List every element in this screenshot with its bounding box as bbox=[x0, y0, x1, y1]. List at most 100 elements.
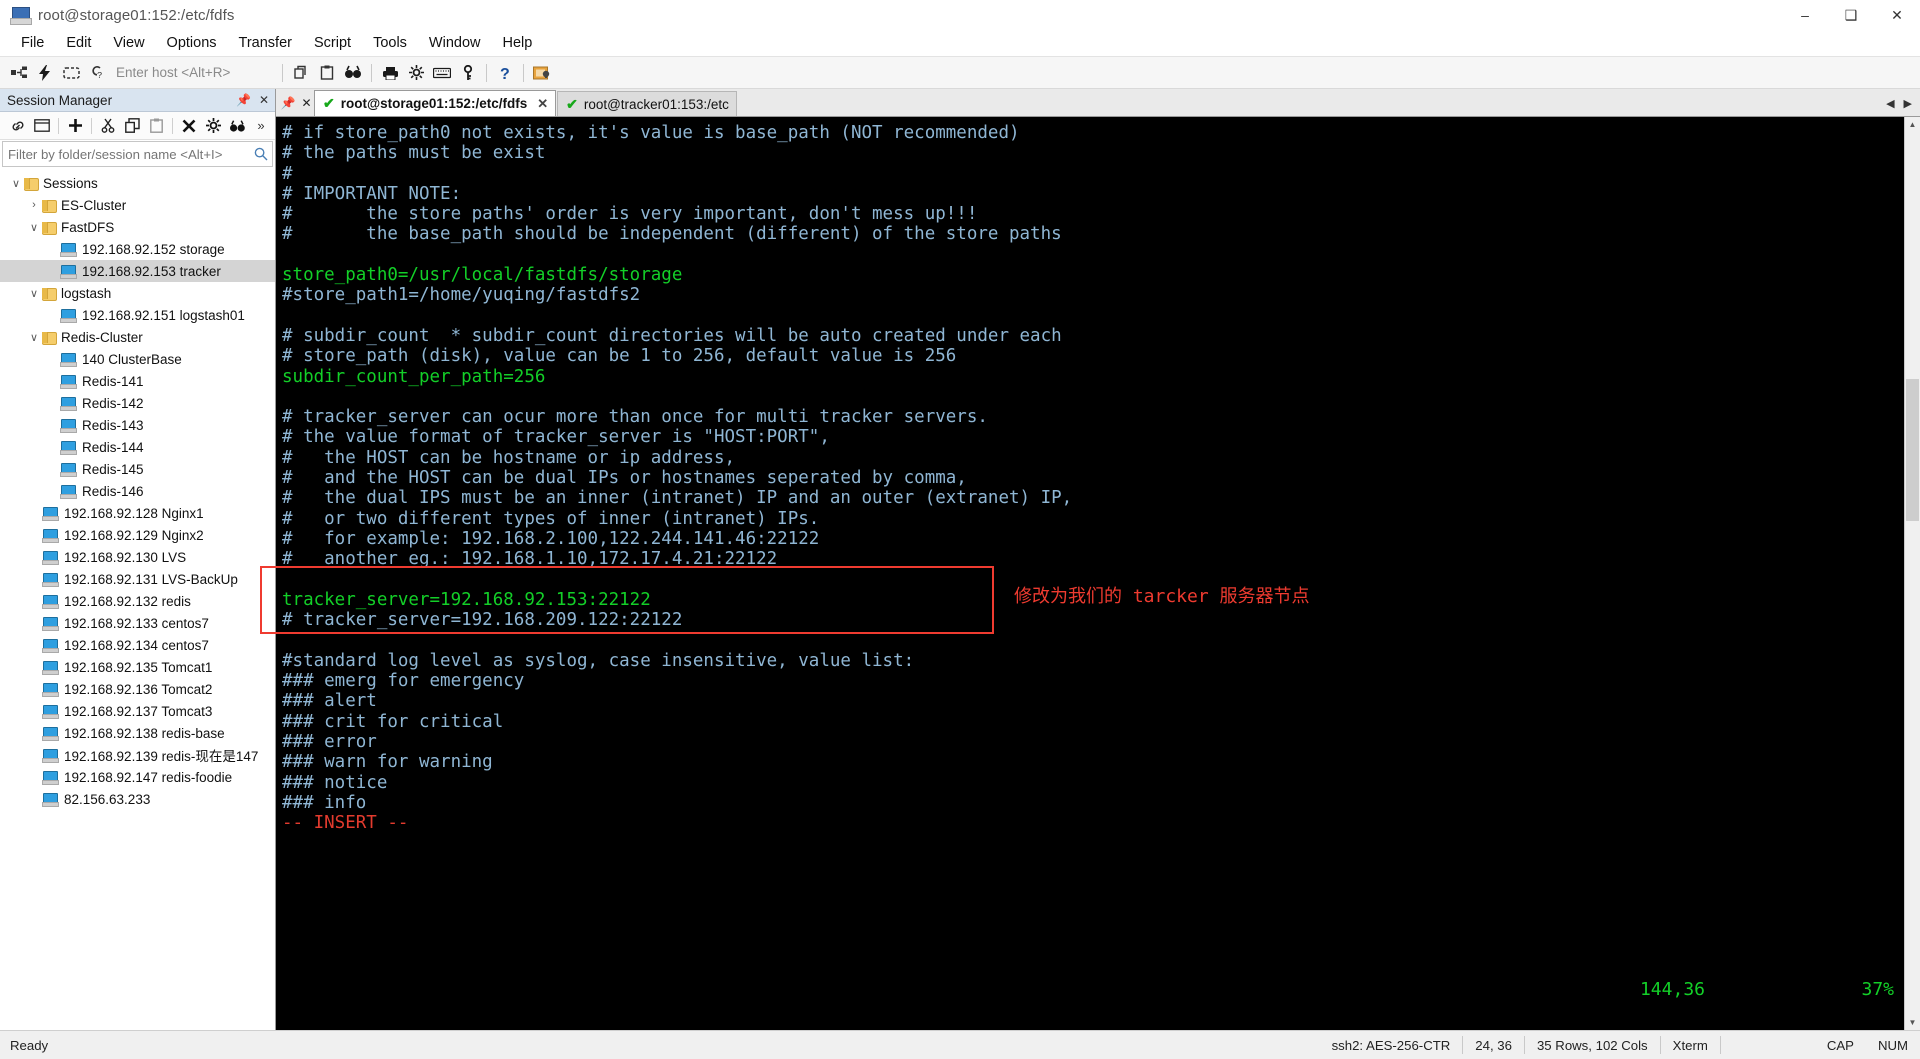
cut-icon[interactable] bbox=[96, 114, 120, 138]
session-computer-icon bbox=[42, 793, 59, 807]
session-tree-item[interactable]: Redis-143 bbox=[0, 414, 275, 436]
toolbar-separator-4 bbox=[523, 63, 524, 82]
tab-close-icon[interactable]: ✕ bbox=[537, 96, 548, 112]
pin-icon[interactable]: 📌 bbox=[236, 93, 251, 107]
copy-session-icon[interactable] bbox=[288, 60, 314, 86]
menu-transfer[interactable]: Transfer bbox=[228, 32, 303, 54]
session-filter-input[interactable] bbox=[3, 145, 250, 163]
add-icon[interactable] bbox=[63, 114, 87, 138]
session-tree-item[interactable]: 192.168.92.139 redis-现在是147 bbox=[0, 744, 275, 766]
session-tree-item[interactable]: › ES-Cluster bbox=[0, 194, 275, 216]
session-tree-item[interactable]: 192.168.92.132 redis bbox=[0, 590, 275, 612]
menu-script[interactable]: Script bbox=[303, 32, 362, 54]
session-tree-item[interactable]: ∨ Sessions bbox=[0, 172, 275, 194]
properties-icon[interactable] bbox=[201, 114, 225, 138]
keymap-icon[interactable] bbox=[429, 60, 455, 86]
session-tree-item[interactable]: Redis-146 bbox=[0, 480, 275, 502]
session-tree-item[interactable]: 192.168.92.147 redis-foodie bbox=[0, 766, 275, 788]
tab-storage01[interactable]: ✔ root@storage01:152:/etc/fdfs ✕ bbox=[314, 90, 557, 116]
quick-connect-icon[interactable] bbox=[32, 60, 58, 86]
connected-check-icon: ✔ bbox=[566, 95, 578, 112]
terminal-screen[interactable]: # if store_path0 not exists, it's value … bbox=[276, 117, 1904, 1030]
session-tree-item[interactable]: 192.168.92.138 redis-base bbox=[0, 722, 275, 744]
chevron-down-icon[interactable]: ∨ bbox=[26, 331, 42, 344]
host-input[interactable]: Enter host <Alt+R> bbox=[116, 65, 271, 80]
session-tree-item[interactable]: 192.168.92.130 LVS bbox=[0, 546, 275, 568]
paste-icon[interactable] bbox=[144, 114, 168, 138]
terminal-line: ### crit for critical bbox=[282, 711, 504, 732]
terminal-line: # the value format of tracker_server is … bbox=[282, 427, 830, 448]
overflow-icon[interactable]: » bbox=[249, 114, 273, 138]
menu-file[interactable]: File bbox=[10, 32, 55, 54]
find-session-icon[interactable] bbox=[225, 114, 249, 138]
print-icon[interactable] bbox=[377, 60, 403, 86]
close-icon[interactable]: ✕ bbox=[301, 96, 311, 110]
session-tree-item[interactable]: Redis-141 bbox=[0, 370, 275, 392]
session-tree-item[interactable]: 192.168.92.137 Tomcat3 bbox=[0, 700, 275, 722]
search-icon[interactable] bbox=[250, 147, 272, 161]
session-tree-item[interactable]: 82.156.63.233 bbox=[0, 788, 275, 810]
menu-view[interactable]: View bbox=[102, 32, 155, 54]
scroll-up-icon[interactable]: ▲ bbox=[1905, 117, 1920, 132]
terminal-scrollbar[interactable]: ▲ ▼ bbox=[1904, 117, 1920, 1030]
reconnect-icon[interactable] bbox=[58, 60, 84, 86]
scroll-down-icon[interactable]: ▼ bbox=[1905, 1015, 1920, 1030]
scrollbar-track[interactable] bbox=[1905, 132, 1920, 1015]
session-tree-item[interactable]: 192.168.92.153 tracker bbox=[0, 260, 275, 282]
chevron-down-icon[interactable]: ∨ bbox=[8, 177, 24, 190]
session-tree-item[interactable]: 192.168.92.131 LVS-BackUp bbox=[0, 568, 275, 590]
scrollbar-thumb[interactable] bbox=[1906, 379, 1919, 521]
session-tree-item[interactable]: Redis-145 bbox=[0, 458, 275, 480]
session-tree-item[interactable]: ∨ Redis-Cluster bbox=[0, 326, 275, 348]
pin-icon[interactable]: 📌 bbox=[280, 96, 295, 110]
tab-tracker01[interactable]: ✔ root@tracker01:153:/etc bbox=[557, 91, 737, 116]
chevron-right-icon[interactable]: › bbox=[26, 199, 42, 211]
menu-options[interactable]: Options bbox=[156, 32, 228, 54]
session-computer-icon bbox=[60, 375, 77, 389]
menu-tools[interactable]: Tools bbox=[362, 32, 418, 54]
copy-icon[interactable] bbox=[120, 114, 144, 138]
close-icon[interactable]: ✕ bbox=[259, 93, 269, 107]
help-icon[interactable]: ? bbox=[492, 60, 518, 86]
minimize-button[interactable]: – bbox=[1782, 0, 1828, 30]
maximize-button[interactable]: ❑ bbox=[1828, 0, 1874, 30]
session-tree-item[interactable]: 192.168.92.135 Tomcat1 bbox=[0, 656, 275, 678]
paste-session-icon[interactable] bbox=[314, 60, 340, 86]
session-tree-item[interactable]: 192.168.92.128 Nginx1 bbox=[0, 502, 275, 524]
session-tree-item[interactable]: 192.168.92.136 Tomcat2 bbox=[0, 678, 275, 700]
delete-icon[interactable] bbox=[177, 114, 201, 138]
minimize-icon: – bbox=[1801, 7, 1809, 23]
find-icon[interactable] bbox=[340, 60, 366, 86]
session-tree-item[interactable]: 192.168.92.133 centos7 bbox=[0, 612, 275, 634]
session-tree-item[interactable]: 140 ClusterBase bbox=[0, 348, 275, 370]
session-tree-item[interactable]: ∨ FastDFS bbox=[0, 216, 275, 238]
menu-help[interactable]: Help bbox=[492, 32, 544, 54]
close-button[interactable]: ✕ bbox=[1874, 0, 1920, 30]
tab-next-icon[interactable]: ▶ bbox=[1904, 97, 1912, 110]
settings-icon[interactable] bbox=[403, 60, 429, 86]
tab-prev-icon[interactable]: ◀ bbox=[1886, 97, 1894, 110]
menu-bar: File Edit View Options Transfer Script T… bbox=[0, 30, 1920, 57]
chevron-down-icon[interactable]: ∨ bbox=[26, 221, 42, 234]
session-tree-item[interactable]: Redis-142 bbox=[0, 392, 275, 414]
session-manager-toolbar: » bbox=[0, 112, 275, 140]
key-icon[interactable] bbox=[455, 60, 481, 86]
menu-window[interactable]: Window bbox=[418, 32, 492, 54]
close-icon: ✕ bbox=[1891, 6, 1903, 23]
session-tree-item[interactable]: 192.168.92.151 logstash01 bbox=[0, 304, 275, 326]
menu-edit[interactable]: Edit bbox=[55, 32, 102, 54]
lock-icon[interactable] bbox=[529, 60, 555, 86]
session-tree[interactable]: ∨ Sessions › ES-Cluster ∨ FastDFS 192.168.92.1… bbox=[0, 169, 275, 1030]
link-icon[interactable] bbox=[6, 114, 30, 138]
session-filter[interactable] bbox=[2, 141, 273, 167]
session-tree-item[interactable]: ∨ logstash bbox=[0, 282, 275, 304]
session-tree-item[interactable]: 192.168.92.134 centos7 bbox=[0, 634, 275, 656]
new-window-icon[interactable] bbox=[30, 114, 54, 138]
session-tree-item[interactable]: Redis-144 bbox=[0, 436, 275, 458]
chevron-down-icon[interactable]: ∨ bbox=[26, 287, 42, 300]
connect-sftp-icon[interactable]: ? bbox=[84, 60, 110, 86]
session-tree-item[interactable]: 192.168.92.152 storage bbox=[0, 238, 275, 260]
terminal-line: store_path0=/usr/local/fastdfs/storage bbox=[282, 265, 683, 286]
session-tree-item[interactable]: 192.168.92.129 Nginx2 bbox=[0, 524, 275, 546]
connect-icon[interactable] bbox=[6, 60, 32, 86]
